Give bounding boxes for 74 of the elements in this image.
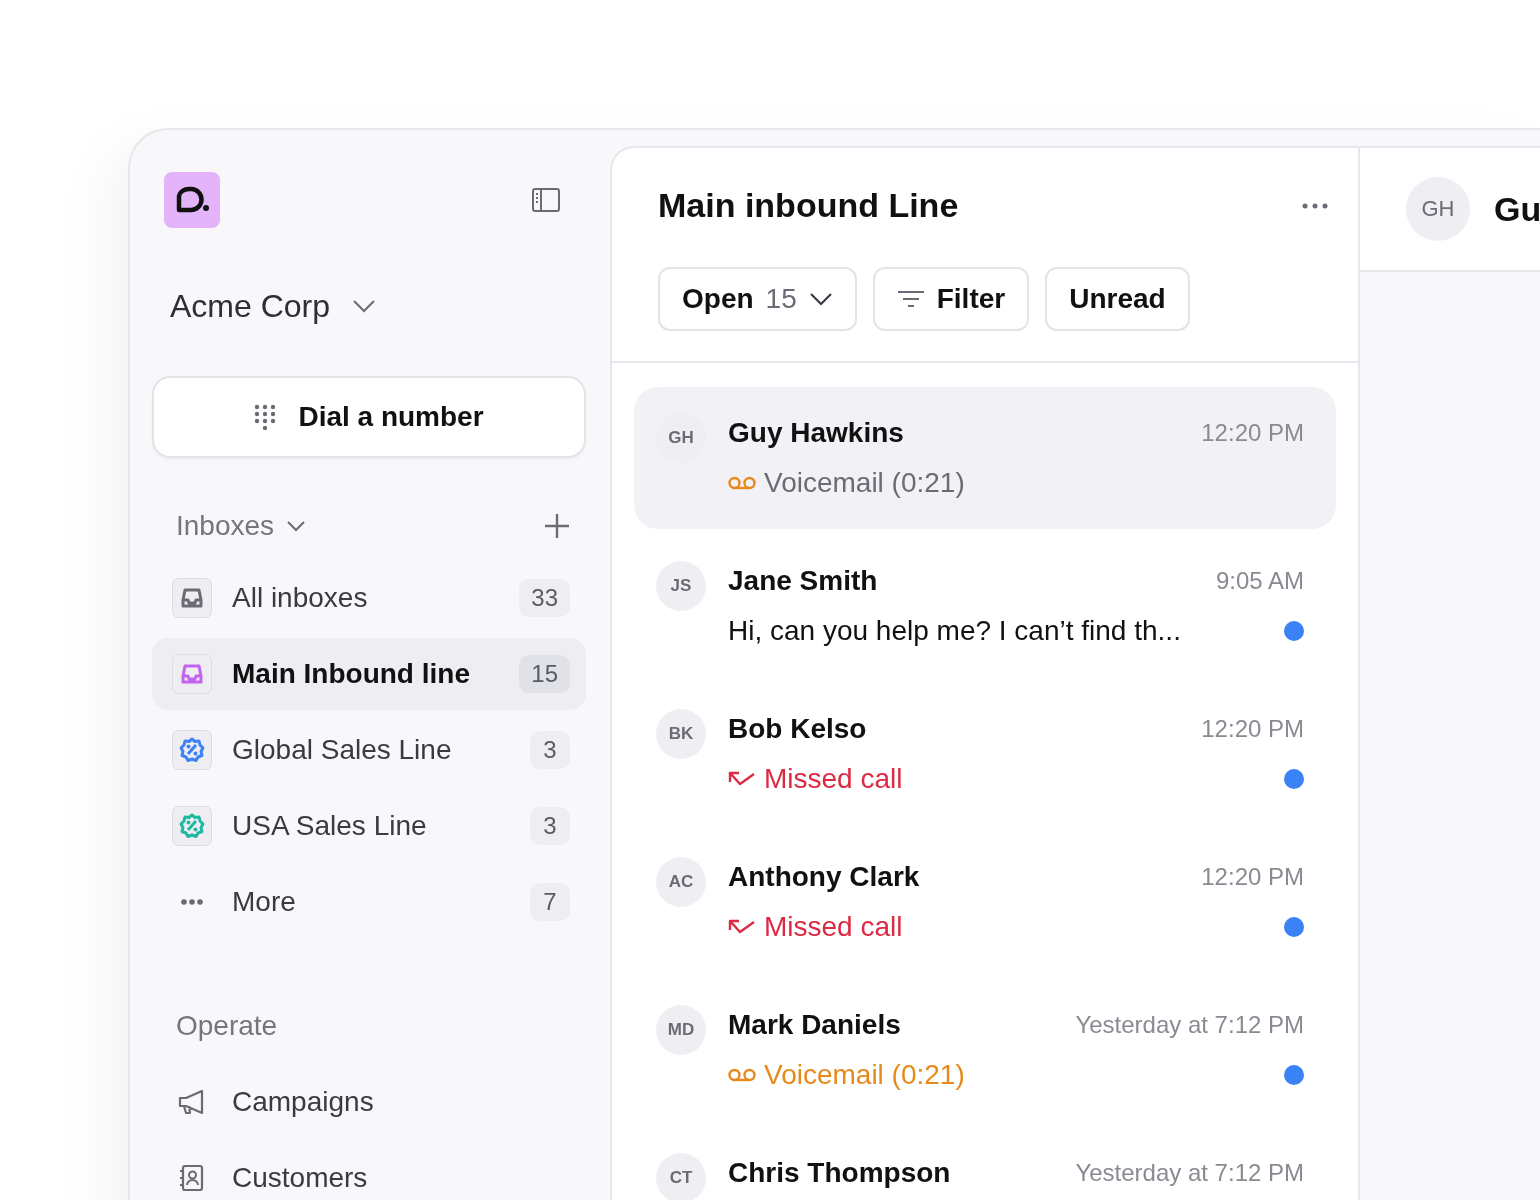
count-badge: 3 <box>530 807 570 845</box>
discount-badge-icon <box>172 730 212 770</box>
dial-button[interactable]: Dial a number <box>152 376 586 458</box>
avatar: BK <box>656 709 706 759</box>
discount-badge-icon <box>172 806 212 846</box>
count-badge: 3 <box>530 731 570 769</box>
timestamp: 12:20 PM <box>1201 419 1304 447</box>
voicemail-icon <box>728 476 756 490</box>
nav-label: Customers <box>232 1162 369 1194</box>
timestamp: Yesterday at 7:12 PM <box>1075 1159 1304 1187</box>
message-preview: Hi, can you help me? I can’t find th... <box>728 615 1181 647</box>
inbox-item[interactable]: All inboxes 33 <box>152 562 586 634</box>
message-preview: Voicemail (0:21) <box>764 1059 965 1091</box>
contact-name: Guy Hawkins <box>728 417 904 449</box>
workspace-name[interactable]: Acme Corp <box>170 287 331 325</box>
avatar: AC <box>656 857 706 907</box>
nav-item[interactable]: Campaigns <box>152 1066 586 1138</box>
nav-label: Campaigns <box>232 1086 375 1118</box>
filter-button[interactable]: Open 15 <box>658 267 857 331</box>
section-heading: Operate <box>176 1010 278 1042</box>
inbox-label: All inboxes <box>232 582 369 614</box>
contact-name: Mark Daniels <box>728 1009 901 1041</box>
conversation-item[interactable]: AC Anthony Clark 12:20 PM Missed call <box>634 831 1336 973</box>
inbox-icon <box>172 654 212 694</box>
conversation-item[interactable]: CT Chris Thompson Yesterday at 7:12 PM <box>634 1127 1336 1200</box>
add-icon[interactable] <box>544 513 570 539</box>
inbox-item[interactable]: More 7 <box>152 866 586 938</box>
inbox-icon <box>172 578 212 618</box>
logo-icon <box>164 172 220 228</box>
timestamp: 12:20 PM <box>1201 863 1304 891</box>
avatar: CT <box>656 1153 706 1200</box>
contact-name: Anthony Clark <box>728 861 920 893</box>
filter-button[interactable]: Unread <box>1045 267 1190 331</box>
count-badge: 7 <box>530 883 570 921</box>
keypad-icon <box>254 404 277 430</box>
conversation-item[interactable]: JS Jane Smith 9:05 AM Hi, can you help me? I can’t find th... <box>634 535 1336 677</box>
inbox-item[interactable]: Main Inbound line 15 <box>152 638 586 710</box>
timestamp: 9:05 AM <box>1215 567 1304 595</box>
voicemail-icon <box>728 1068 756 1082</box>
inbox-item[interactable]: USA Sales Line 3 <box>152 790 586 862</box>
message-preview: Missed call <box>764 911 903 943</box>
section-heading[interactable]: Inboxes <box>176 510 275 542</box>
conversation-item[interactable]: BK Bob Kelso 12:20 PM Missed call <box>634 683 1336 825</box>
count-badge: 15 <box>519 655 570 693</box>
chevron-down-icon[interactable] <box>352 299 377 313</box>
missed-call-icon <box>728 918 756 936</box>
inbox-label: USA Sales Line <box>232 810 428 842</box>
avatar: JS <box>656 561 706 611</box>
contact-name: Jane Smith <box>728 565 878 597</box>
avatar: MD <box>656 1005 706 1055</box>
conversation-item[interactable]: GH Guy Hawkins 12:20 PM Voicemail (0:21) <box>634 387 1336 529</box>
message-preview: Missed call <box>764 763 903 795</box>
contact-name: Bob Kelso <box>728 713 867 745</box>
more-icon[interactable] <box>1302 202 1328 209</box>
chevron-down-icon[interactable] <box>286 520 307 532</box>
contact-name: Gu <box>1494 189 1540 229</box>
inbox-item[interactable]: Global Sales Line 3 <box>152 714 586 786</box>
filter-icon <box>896 290 925 308</box>
sidebar-toggle-icon[interactable] <box>532 188 560 212</box>
inbox-label: Global Sales Line <box>232 734 453 766</box>
contact-name: Chris Thompson <box>728 1157 951 1189</box>
filter-button[interactable]: Filter <box>872 267 1030 331</box>
message-preview: Voicemail (0:21) <box>764 467 965 499</box>
nav-item[interactable]: Customers <box>152 1142 586 1200</box>
chevron-down-icon <box>808 292 833 306</box>
avatar: GH <box>1406 177 1470 241</box>
inbox-label: Main Inbound line <box>232 658 471 690</box>
count-badge: 33 <box>519 579 570 617</box>
timestamp: Yesterday at 7:12 PM <box>1075 1011 1304 1039</box>
conversation-item[interactable]: MD Mark Daniels Yesterday at 7:12 PM Voicemail (0:21) <box>634 979 1336 1121</box>
timestamp: 12:20 PM <box>1201 715 1304 743</box>
missed-call-icon <box>728 770 756 788</box>
inbox-label: More <box>232 886 297 918</box>
inbox-title: Main inbound Line <box>658 186 959 225</box>
